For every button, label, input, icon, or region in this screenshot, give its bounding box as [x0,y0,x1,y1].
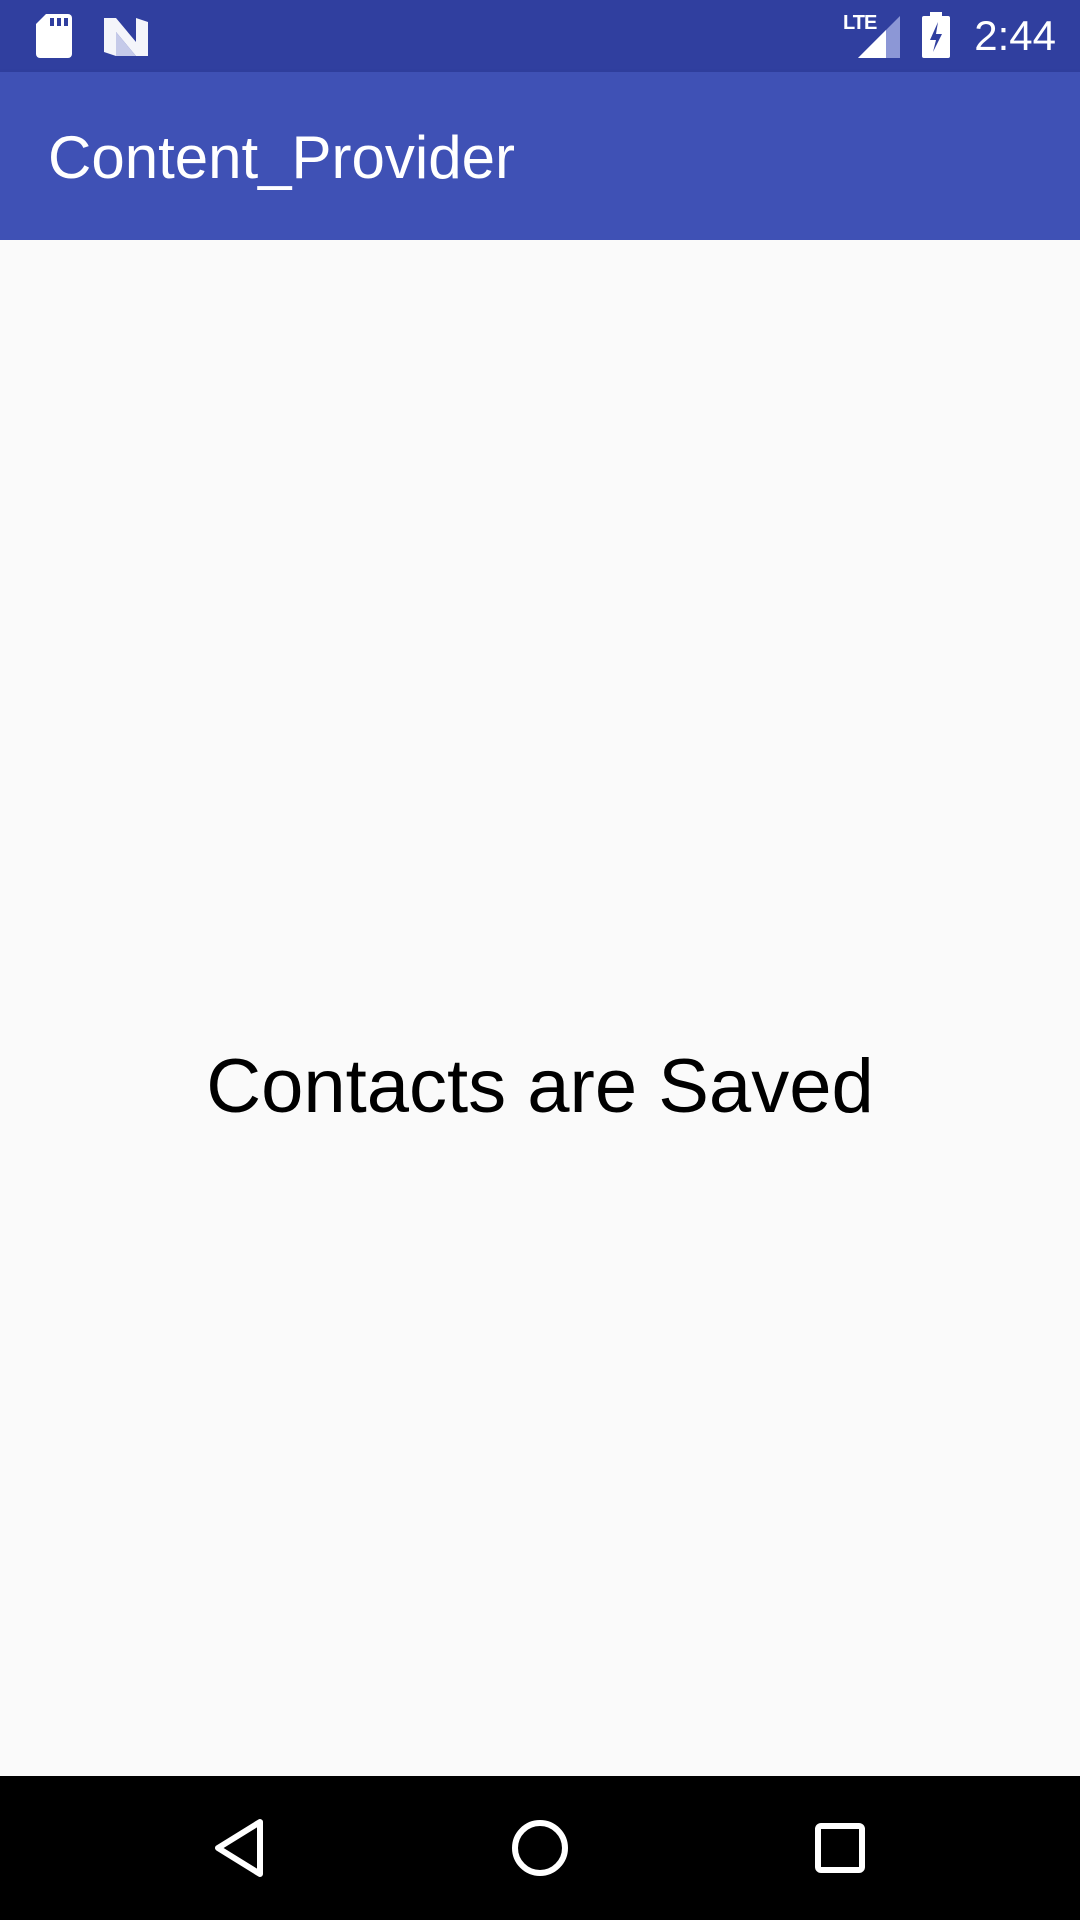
home-icon [512,1820,568,1876]
main-content: Contacts are Saved [0,240,1080,1776]
recents-button[interactable] [788,1796,892,1900]
back-button[interactable] [188,1796,292,1900]
sd-card-icon [36,14,72,58]
app-bar: Content_Provider [0,72,1080,240]
app-title: Content_Provider [48,124,515,191]
status-clock: 2:44 [974,12,1056,59]
lte-signal-icon [858,16,900,58]
status-message: Contacts are Saved [206,1044,874,1129]
back-icon [215,1819,263,1877]
status-bar: LTE 2:44 [0,0,1080,72]
battery-charging-icon [922,12,950,58]
navigation-bar [0,1776,1080,1920]
n-notification-icon [104,18,148,56]
recents-icon [815,1823,865,1873]
home-button[interactable] [488,1796,592,1900]
